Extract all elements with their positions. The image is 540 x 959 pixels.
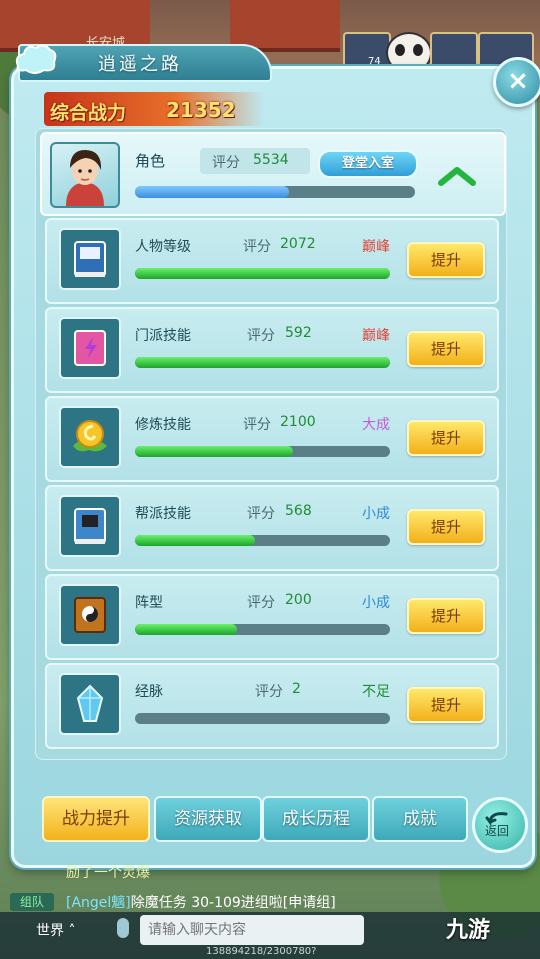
row-score-label: 评分	[255, 684, 283, 700]
growth-row: 门派技能 评分 592 巅峰 提升	[45, 307, 499, 393]
upgrade-button[interactable]: 提升	[407, 331, 485, 367]
panel-title: 逍遥之路	[98, 54, 182, 75]
row-name: 经脉	[135, 684, 163, 700]
row-rank: 小成	[362, 506, 390, 522]
tab-resource-acquire[interactable]: 资源获取	[154, 796, 262, 842]
row-score-value: 200	[285, 592, 312, 608]
row-score-label: 评分	[243, 239, 271, 255]
row-name: 阵型	[135, 595, 163, 611]
chat-channel-label: 世界	[36, 923, 64, 939]
skill-book-icon	[59, 317, 121, 379]
row-score-value: 2100	[280, 414, 316, 430]
row-name: 门派技能	[135, 328, 191, 344]
row-score-value: 592	[285, 325, 312, 341]
row-name: 人物等级	[135, 239, 191, 255]
role-name: 角色	[135, 152, 166, 170]
upgrade-button[interactable]: 提升	[407, 687, 485, 723]
row-score-label: 评分	[247, 506, 275, 522]
row-progress-bar	[135, 357, 390, 368]
cloud-ornament-icon	[15, 44, 57, 74]
upgrade-button[interactable]: 提升	[407, 420, 485, 456]
growth-row: 经脉 评分 2 不足 提升	[45, 663, 499, 749]
row-rank: 小成	[362, 595, 390, 611]
upgrade-button[interactable]: 提升	[407, 598, 485, 634]
microphone-icon[interactable]	[117, 918, 129, 938]
team-channel-badge: 组队	[10, 893, 54, 911]
character-portrait	[50, 142, 120, 208]
upgrade-button[interactable]: 提升	[407, 509, 485, 545]
formation-book-icon	[59, 584, 121, 646]
row-progress-fill	[135, 535, 255, 546]
chat-sender-name[interactable]: [Angel魑]	[66, 895, 131, 911]
row-progress-bar	[135, 713, 390, 724]
coordinates-readout: 138894218/2300780?	[206, 946, 317, 957]
chat-message[interactable]: [Angel魑]除魔任务 30-109进组啦[申请组]	[66, 892, 336, 912]
role-score-label: 评分	[212, 155, 240, 171]
character-portrait-icon	[66, 150, 104, 206]
character-book-icon	[59, 228, 121, 290]
total-power-label: 综合战力	[50, 102, 127, 124]
blue-crystal-icon	[59, 673, 121, 735]
back-label: 返回	[484, 824, 509, 838]
chevron-up-icon[interactable]	[438, 166, 476, 186]
row-score-value: 2	[292, 681, 301, 697]
row-progress-bar	[135, 268, 390, 279]
row-rank: 巅峰	[362, 239, 390, 255]
chat-message: 励了一个灵爆	[66, 865, 150, 881]
growth-row: 帮派技能 评分 568 小成 提升	[45, 485, 499, 571]
row-progress-fill	[135, 624, 237, 635]
upgrade-button[interactable]: 提升	[407, 242, 485, 278]
row-score-label: 评分	[247, 328, 275, 344]
row-name: 帮派技能	[135, 506, 191, 522]
total-power-value: 21352	[166, 98, 236, 122]
row-score-label: 评分	[243, 417, 271, 433]
role-tier-badge: 登堂入室	[318, 150, 418, 178]
row-rank: 不足	[362, 684, 390, 700]
row-progress-bar	[135, 535, 390, 546]
golden-orb-icon	[59, 406, 121, 468]
guild-book-icon	[59, 495, 121, 557]
row-progress-fill	[135, 446, 294, 457]
growth-row: 修炼技能 评分 2100 大成 提升	[45, 396, 499, 482]
role-progress-fill	[135, 186, 289, 198]
row-rank: 大成	[362, 417, 390, 433]
row-progress-fill	[135, 357, 390, 368]
chevron-up-icon: ˄	[68, 923, 76, 939]
tab-power-up[interactable]: 战力提升	[42, 796, 150, 842]
row-progress-bar	[135, 624, 390, 635]
row-score-label: 评分	[247, 595, 275, 611]
growth-row: 阵型 评分 200 小成 提升	[45, 574, 499, 660]
row-score-value: 568	[285, 503, 312, 519]
row-name: 修炼技能	[135, 417, 191, 433]
row-rank: 巅峰	[362, 328, 390, 344]
tab-growth-history[interactable]: 成长历程	[262, 796, 370, 842]
role-score-value: 5534	[253, 152, 289, 168]
close-button[interactable]: ×	[493, 57, 540, 107]
tab-achievements[interactable]: 成就	[372, 796, 468, 842]
growth-row: 人物等级 评分 2072 巅峰 提升	[45, 218, 499, 304]
site-watermark: 九游	[446, 918, 491, 943]
row-progress-fill	[135, 268, 390, 279]
role-progress-bar	[135, 186, 415, 198]
chat-text: 除魔任务 30-109进组啦[申请组]	[130, 895, 336, 911]
chat-input[interactable]	[140, 915, 364, 945]
chat-channel-select[interactable]: 世界 ˄	[36, 920, 75, 940]
row-progress-bar	[135, 446, 390, 457]
row-score-value: 2072	[280, 236, 316, 252]
